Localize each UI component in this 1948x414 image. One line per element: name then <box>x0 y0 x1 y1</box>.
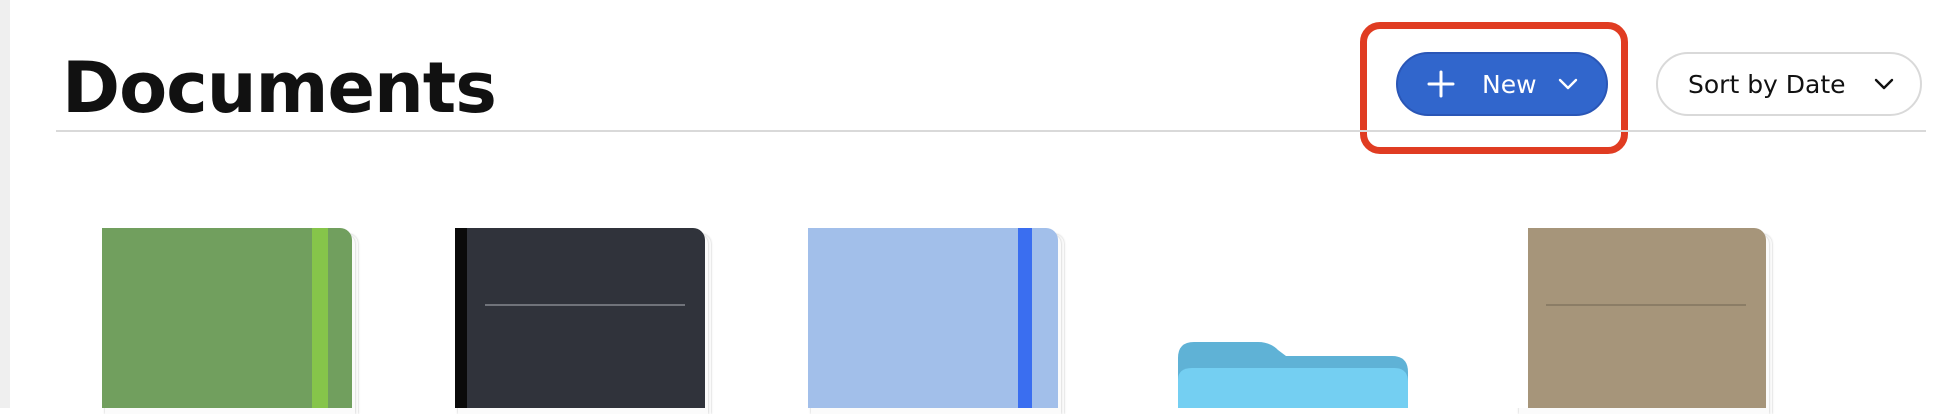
chevron-down-icon <box>1874 78 1894 90</box>
notebook-spine <box>1516 228 1528 408</box>
sort-dropdown[interactable]: Sort by Date <box>1656 52 1922 116</box>
plus-icon <box>1427 70 1455 98</box>
notebook-cover <box>102 228 352 408</box>
header-divider <box>56 130 1926 132</box>
new-button-label: New <box>1482 69 1537 99</box>
cover-line <box>485 304 685 306</box>
notebook-cover <box>808 228 1058 408</box>
notebook-band <box>312 228 328 408</box>
left-panel-edge <box>0 0 10 408</box>
notebook-band <box>1018 228 1032 408</box>
notebook-spine <box>455 228 467 408</box>
document-notebook[interactable] <box>808 228 1064 414</box>
folder-icon[interactable] <box>1178 340 1408 408</box>
page-title: Documents <box>62 47 497 129</box>
notebook-cover <box>1516 228 1766 408</box>
cover-line <box>1546 304 1746 306</box>
notebook-cover <box>455 228 705 408</box>
document-notebook[interactable] <box>455 228 711 414</box>
chevron-down-icon <box>1558 78 1578 90</box>
document-notebook[interactable] <box>1516 228 1772 414</box>
document-notebook[interactable] <box>102 228 358 414</box>
sort-dropdown-label: Sort by Date <box>1688 69 1846 99</box>
new-button[interactable]: New <box>1396 52 1608 116</box>
